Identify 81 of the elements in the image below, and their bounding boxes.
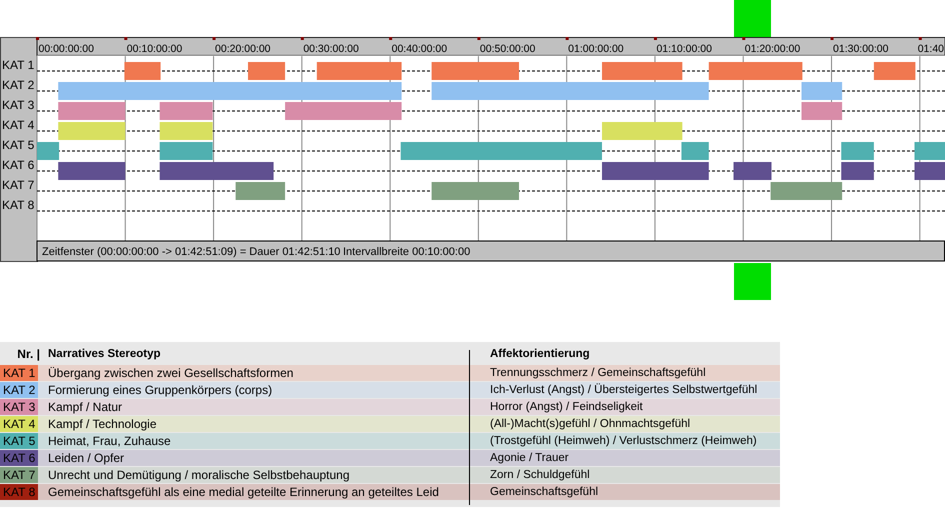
timeline-bar [914,162,945,180]
category-badge: KAT 4 [0,416,38,432]
table-cell-text: Gemeinschaftsgefühl als eine medial geteilte Erinnerung an geteiltes Leid [48,485,440,499]
tick-label: 01:10:00:00 [656,43,712,55]
timeline-bar [160,122,213,140]
tick-mark [212,37,216,40]
table-cell-text: Übergang zwischen zwei Gesellschaftsformen [48,366,294,380]
tick-label: 00:50:00:00 [480,43,536,55]
category-badge: KAT 2 [0,382,38,398]
table-cell-text: Heimat, Frau, Zuhause [48,434,172,448]
timeline-bar [58,102,126,120]
table-cell-text: Leiden / Opfer [48,451,126,465]
table-cell-text: Unrecht und Demütigung / moralische Selbstbehauptung [48,468,351,482]
tick-mark [477,37,480,40]
category-label: KAT 2 [2,78,34,92]
table-cell-text: Kampf / Natur [48,400,124,414]
table-cell: Zorn / Schuldgefühl [490,469,590,481]
timeline-bar [124,62,161,80]
table-cell: Agonie / Trauer [490,452,569,464]
tick-mark [124,37,128,40]
category-label: KAT 6 [2,158,34,172]
timeline-bar [841,162,874,180]
timeline-bar [58,122,126,140]
timeline-bar [236,182,286,200]
timeline-bar [770,182,842,200]
table-cell: Trennungsschmerz / Gemeinschaftsgefühl [490,367,706,379]
marker-bar [734,0,771,38]
timeline-bar [160,142,213,160]
tick-mark [300,37,304,40]
tick-mark [742,37,746,40]
marker-bar [734,263,771,300]
timeline-bar [802,82,842,100]
tick-label: 00:10:00:00 [126,43,182,55]
category-label: KAT 4 [2,118,34,132]
timeline-bar [681,142,709,160]
tick-mark [389,37,392,40]
table-cell: (All-)Macht(s)gefühl / Ohnmachtsgefühl [490,418,690,430]
category-badge: KAT 7 [0,467,38,483]
category-badge: KAT 1 [0,365,38,381]
status-text: Zeitfenster (00:00:00:00 -> 01:42:51:09) = Dauer 01:42:51:10 [42,246,340,258]
category-label: KAT 5 [2,138,34,152]
tick-mark [566,37,569,40]
tick-mark [36,37,39,40]
category-badge: KAT 5 [0,433,38,449]
category-label: KAT 1 [2,58,34,72]
status-text: Intervallbreite 00:10:00:00 [343,246,470,258]
column-header: Narratives Stereotyp [48,348,162,360]
tick-label: 00:40:00:00 [392,43,448,55]
timeline-bar [914,142,945,160]
category-badge: KAT 8 [0,484,38,500]
tick-label: 01:40 [918,43,944,55]
category-label: KAT 7 [2,178,34,192]
table-cell: Gemeinschaftsgefühl [490,486,598,498]
column-header: Affektorientierung [490,348,590,360]
tick-mark [654,37,657,40]
table-cell-text: Kampf / Technologie [48,417,158,431]
category-badge: KAT 6 [0,450,38,466]
tick-mark [918,37,922,40]
tick-label: 01:20:00:00 [744,43,800,55]
timeline-bar [160,102,213,120]
table-cell: (Trostgefühl (Heimweh) / Verlustschmerz (Heimweh) [490,435,757,447]
timeline-bar [734,162,772,180]
category-badge: KAT 3 [0,399,38,415]
column-header: Nr. | [16,346,40,360]
table-cell-text: Formierung eines Gruppenkörpers (corps) [48,383,274,397]
timeline-bar [248,62,286,80]
tick-label: 00:30:00:00 [303,43,359,55]
table-cell: Horror (Angst) / Feindseligkeit [490,401,643,413]
timeline-bar [37,142,60,160]
tick-mark [830,37,834,40]
timeline-bar [802,102,842,120]
tick-label: 00:20:00:00 [215,43,271,55]
tick-label: 01:00:00:00 [568,43,624,55]
table-cell: Ich-Verlust (Angst) / Übersteigertes Selbstwertgefühl [490,384,758,396]
category-label: KAT 3 [2,98,34,112]
tick-label: 00:00:00:00 [38,43,94,55]
timeline-bar [841,142,874,160]
tick-label: 01:30:00:00 [833,43,888,55]
timeline-bar [874,62,916,80]
timeline-bar [58,162,126,180]
category-label: KAT 8 [2,198,34,212]
